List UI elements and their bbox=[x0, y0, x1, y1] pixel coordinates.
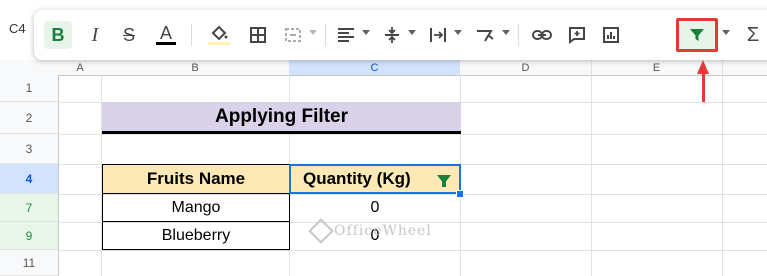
borders-button[interactable] bbox=[244, 21, 272, 49]
gridline bbox=[59, 250, 767, 251]
row-header-3[interactable]: 3 bbox=[0, 134, 59, 164]
horizontal-align-button[interactable] bbox=[334, 21, 358, 49]
fill-color-button[interactable] bbox=[204, 21, 234, 49]
watermark-logo-icon bbox=[308, 218, 334, 244]
name-box-value: C4 bbox=[9, 20, 26, 36]
cell-value: Mango bbox=[171, 198, 221, 216]
italic-label: I bbox=[91, 23, 99, 46]
toolbar-divider bbox=[518, 24, 519, 46]
strikethrough-label: S bbox=[122, 24, 135, 45]
filter-icon bbox=[690, 29, 704, 41]
link-icon bbox=[532, 30, 552, 40]
chevron-down-icon[interactable] bbox=[362, 30, 370, 35]
insert-link-button[interactable] bbox=[528, 21, 556, 49]
table-cell[interactable]: 0 bbox=[289, 194, 461, 222]
gridline bbox=[591, 60, 592, 276]
align-left-icon bbox=[338, 28, 354, 42]
create-filter-button[interactable] bbox=[676, 18, 718, 52]
header-cell-quantity[interactable]: Quantity (Kg) bbox=[289, 164, 461, 194]
strikethrough-button[interactable]: S bbox=[116, 21, 142, 49]
column-header-a[interactable]: A bbox=[59, 60, 101, 75]
text-color-button[interactable]: A bbox=[152, 21, 180, 49]
bold-label: B bbox=[51, 24, 65, 45]
text-wrap-icon bbox=[430, 28, 446, 42]
table-cell[interactable]: Mango bbox=[102, 194, 290, 222]
column-header-c[interactable]: C bbox=[289, 60, 460, 75]
cell-value: Blueberry bbox=[161, 226, 231, 244]
row-header-4[interactable]: 4 bbox=[0, 164, 59, 194]
borders-icon bbox=[250, 27, 266, 43]
header-cell-fruits[interactable]: Fruits Name bbox=[102, 164, 290, 194]
formatting-toolbar: B I S A Σ bbox=[34, 10, 767, 60]
table-cell[interactable]: Blueberry bbox=[102, 222, 290, 250]
bold-button[interactable]: B bbox=[44, 21, 72, 49]
functions-button[interactable]: Σ bbox=[740, 21, 766, 49]
text-color-label: A bbox=[159, 23, 172, 43]
sigma-icon: Σ bbox=[746, 23, 760, 46]
italic-button[interactable]: I bbox=[82, 21, 108, 49]
watermark: OfficeWheel bbox=[308, 218, 432, 244]
arrow-stem bbox=[702, 72, 705, 102]
comment-icon bbox=[569, 27, 585, 44]
paint-bucket-icon bbox=[211, 25, 228, 41]
column-header-d[interactable]: D bbox=[460, 60, 591, 75]
header-cell-label: Quantity (Kg) bbox=[303, 169, 411, 188]
merge-cells-icon bbox=[285, 28, 301, 42]
sheet-title: Applying Filter bbox=[102, 102, 461, 134]
gridline bbox=[59, 134, 767, 135]
insert-chart-button[interactable] bbox=[598, 21, 624, 49]
row-header-9[interactable]: 9 bbox=[0, 222, 59, 250]
toolbar-divider bbox=[191, 24, 192, 46]
insert-comment-button[interactable] bbox=[564, 21, 590, 49]
gridline bbox=[722, 60, 723, 276]
chevron-down-icon[interactable] bbox=[454, 30, 462, 35]
chevron-down-icon[interactable] bbox=[408, 30, 416, 35]
row-header-2[interactable]: 2 bbox=[0, 102, 59, 134]
watermark-text: OfficeWheel bbox=[334, 223, 432, 239]
chart-icon bbox=[603, 27, 619, 43]
vertical-align-button[interactable] bbox=[380, 21, 404, 49]
text-rotation-button[interactable] bbox=[472, 21, 498, 49]
filter-dropdown-icon-stem bbox=[442, 181, 446, 187]
text-wrapping-button[interactable] bbox=[426, 21, 450, 49]
chevron-down-icon[interactable] bbox=[722, 30, 730, 35]
header-cell-label: Fruits Name bbox=[146, 169, 246, 188]
merge-cells-button[interactable] bbox=[280, 21, 306, 49]
text-rotation-icon bbox=[477, 30, 494, 42]
chevron-down-icon[interactable] bbox=[309, 30, 317, 35]
vertical-align-icon bbox=[385, 27, 399, 43]
toolbar-divider bbox=[325, 24, 326, 46]
row-header-7[interactable]: 7 bbox=[0, 194, 59, 222]
column-header-b[interactable]: B bbox=[101, 60, 289, 75]
row-header-11[interactable]: 11 bbox=[0, 250, 59, 276]
cell-value: 0 bbox=[370, 199, 380, 216]
chevron-down-icon[interactable] bbox=[502, 30, 510, 35]
row-header-1[interactable]: 1 bbox=[0, 75, 59, 102]
text-color-bar bbox=[156, 42, 176, 45]
fill-color-bar bbox=[208, 42, 230, 45]
